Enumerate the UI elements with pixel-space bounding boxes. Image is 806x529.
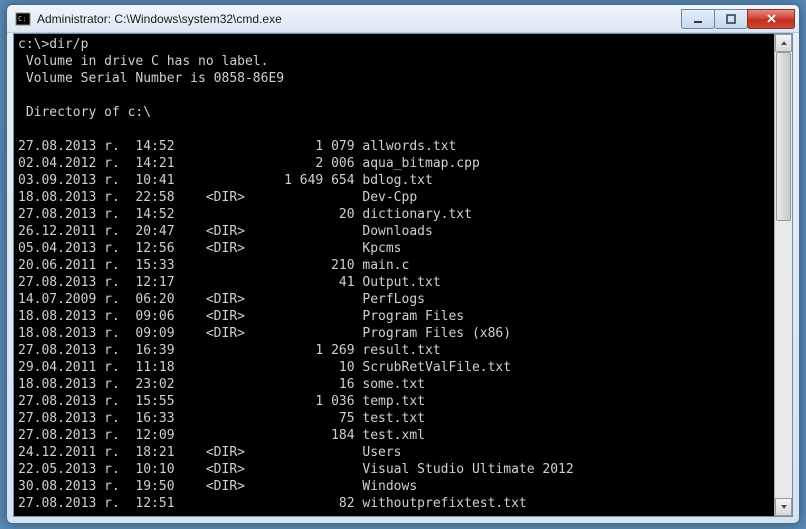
minimize-button[interactable] [681, 9, 715, 29]
close-button[interactable] [747, 9, 795, 29]
scroll-down-button[interactable] [775, 498, 792, 516]
titlebar[interactable]: C: Administrator: C:\Windows\system32\cm… [7, 5, 799, 33]
maximize-button[interactable] [714, 9, 748, 29]
scrollbar[interactable] [774, 34, 792, 516]
cmd-icon: C: [15, 11, 31, 27]
terminal-output[interactable]: c:\>dir/p Volume in drive C has no label… [18, 36, 770, 514]
titlebar-text: Administrator: C:\Windows\system32\cmd.e… [37, 12, 682, 26]
svg-text:C:: C: [18, 15, 26, 23]
scroll-thumb[interactable] [776, 52, 791, 221]
scroll-up-button[interactable] [775, 34, 792, 52]
terminal-client: c:\>dir/p Volume in drive C has no label… [13, 33, 793, 517]
window-controls [682, 9, 795, 29]
scroll-track[interactable] [775, 52, 792, 498]
cmd-window: C: Administrator: C:\Windows\system32\cm… [6, 4, 800, 524]
